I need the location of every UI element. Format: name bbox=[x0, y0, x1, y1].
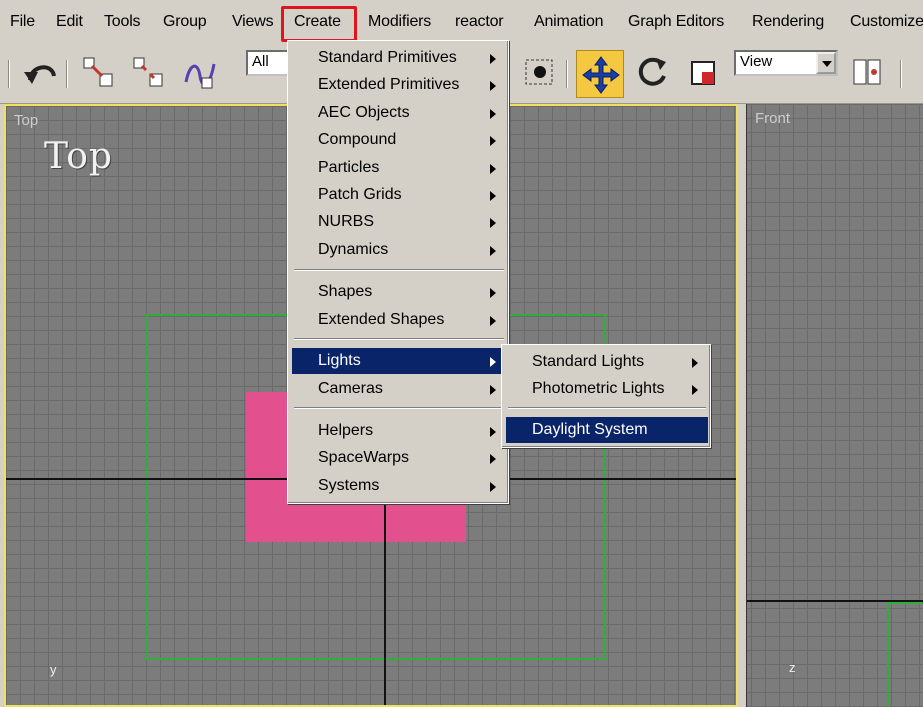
menu-item-label: Dynamics bbox=[318, 241, 389, 258]
viewport-title-text: Top bbox=[44, 136, 113, 177]
bind-to-space-warp-icon[interactable] bbox=[180, 52, 220, 94]
menu-item-standard-primitives[interactable]: Standard Primitives bbox=[292, 45, 506, 71]
select-region-icon[interactable] bbox=[520, 52, 560, 94]
menu-item-compound[interactable]: Compound bbox=[292, 127, 506, 153]
reference-coordinate-dropdown[interactable]: View bbox=[734, 50, 838, 76]
viewport-label[interactable]: Front bbox=[755, 110, 790, 127]
create-menu: Standard Primitives Extended Primitives … bbox=[287, 40, 509, 504]
menu-item-label: Daylight System bbox=[532, 421, 648, 438]
menu-item-label: Photometric Lights bbox=[532, 380, 665, 397]
toolbar-separator bbox=[8, 60, 10, 88]
select-and-scale-icon[interactable] bbox=[684, 52, 724, 94]
submenu-arrow-icon bbox=[490, 54, 496, 64]
submenu-arrow-icon bbox=[490, 385, 496, 395]
unlink-selection-icon[interactable] bbox=[130, 52, 170, 94]
menu-edit[interactable]: Edit bbox=[56, 13, 83, 31]
menu-item-label: Systems bbox=[318, 477, 380, 494]
undo-icon[interactable] bbox=[22, 52, 62, 94]
menu-item-extended-shapes[interactable]: Extended Shapes bbox=[292, 307, 506, 333]
submenu-arrow-icon bbox=[490, 454, 496, 464]
menu-item-helpers[interactable]: Helpers bbox=[292, 418, 506, 444]
menu-reactor[interactable]: reactor bbox=[455, 13, 504, 31]
submenu-arrow-icon bbox=[490, 218, 496, 228]
selection-filter-dropdown[interactable]: All bbox=[246, 50, 290, 76]
viewport-label[interactable]: Top bbox=[14, 112, 38, 129]
submenu-arrow-icon bbox=[490, 164, 496, 174]
menu-separator bbox=[508, 407, 706, 409]
menu-item-daylight-system[interactable]: Daylight System bbox=[506, 417, 708, 443]
submenu-arrow-icon bbox=[490, 81, 496, 91]
submenu-arrow-icon bbox=[490, 316, 496, 326]
menu-item-label: Helpers bbox=[318, 422, 374, 439]
menu-item-label: Patch Grids bbox=[318, 186, 402, 203]
y-axis-label: y bbox=[50, 662, 57, 677]
submenu-arrow-icon bbox=[490, 427, 496, 437]
menu-item-standard-lights[interactable]: Standard Lights bbox=[506, 349, 708, 375]
submenu-arrow-icon bbox=[490, 246, 496, 256]
menu-item-label: Cameras bbox=[318, 380, 383, 397]
menu-separator bbox=[294, 407, 504, 409]
menu-item-particles[interactable]: Particles bbox=[292, 155, 506, 181]
submenu-arrow-icon bbox=[490, 482, 496, 492]
menu-item-dynamics[interactable]: Dynamics bbox=[292, 237, 506, 263]
menu-item-patch-grids[interactable]: Patch Grids bbox=[292, 182, 506, 208]
select-and-move-button[interactable] bbox=[576, 50, 624, 98]
menu-item-label: Standard Lights bbox=[532, 353, 645, 370]
menu-item-label: Lights bbox=[318, 352, 361, 369]
menu-item-systems[interactable]: Systems bbox=[292, 473, 506, 499]
menu-item-label: Extended Shapes bbox=[318, 311, 445, 328]
front-viewport[interactable]: Front z bbox=[746, 104, 923, 707]
menu-group[interactable]: Group bbox=[163, 13, 207, 31]
toolbar-separator bbox=[900, 60, 902, 88]
menu-item-label: NURBS bbox=[318, 213, 375, 230]
menu-modifiers[interactable]: Modifiers bbox=[368, 13, 431, 31]
menu-item-label: AEC Objects bbox=[318, 104, 410, 121]
menu-item-label: SpaceWarps bbox=[318, 449, 409, 466]
menu-rendering[interactable]: Rendering bbox=[752, 13, 824, 31]
menu-views[interactable]: Views bbox=[232, 13, 274, 31]
toolbar-separator bbox=[66, 60, 68, 88]
select-and-rotate-icon[interactable] bbox=[632, 52, 672, 94]
menu-item-label: Compound bbox=[318, 131, 397, 148]
submenu-arrow-icon bbox=[490, 288, 496, 298]
grid-object-outline bbox=[887, 602, 923, 707]
menu-item-aec-objects[interactable]: AEC Objects bbox=[292, 100, 506, 126]
submenu-arrow-icon bbox=[490, 191, 496, 201]
menu-item-label: Particles bbox=[318, 159, 380, 176]
menu-animation[interactable]: Animation bbox=[534, 13, 604, 31]
menu-item-cameras[interactable]: Cameras bbox=[292, 376, 506, 402]
menu-customize[interactable]: Customize bbox=[850, 13, 923, 31]
lights-submenu: Standard Lights Photometric Lights Dayli… bbox=[501, 344, 711, 448]
submenu-arrow-icon bbox=[490, 109, 496, 119]
menu-item-photometric-lights[interactable]: Photometric Lights bbox=[506, 376, 708, 402]
menu-item-shapes[interactable]: Shapes bbox=[292, 279, 506, 305]
use-pivot-point-center-icon[interactable] bbox=[848, 52, 888, 94]
menu-graph-editors[interactable]: Graph Editors bbox=[628, 13, 724, 31]
submenu-arrow-icon bbox=[692, 358, 698, 368]
z-axis-label: z bbox=[789, 660, 796, 675]
menu-separator bbox=[294, 338, 504, 340]
submenu-arrow-icon bbox=[692, 385, 698, 395]
reference-coordinate-value: View bbox=[740, 53, 773, 70]
create-highlight-box bbox=[281, 6, 357, 42]
menu-item-spacewarps[interactable]: SpaceWarps bbox=[292, 445, 506, 471]
menu-item-label: Shapes bbox=[318, 283, 373, 300]
select-and-link-icon[interactable] bbox=[80, 52, 120, 94]
menu-item-extended-primitives[interactable]: Extended Primitives bbox=[292, 72, 506, 98]
menu-item-label: Standard Primitives bbox=[318, 49, 457, 66]
move-icon bbox=[582, 56, 620, 94]
submenu-arrow-icon bbox=[490, 136, 496, 146]
toolbar-separator bbox=[566, 60, 568, 88]
menu-item-label: Extended Primitives bbox=[318, 76, 460, 93]
selection-filter-value: All bbox=[252, 53, 269, 70]
menu-separator bbox=[294, 269, 504, 271]
chevron-down-icon[interactable] bbox=[816, 52, 836, 74]
submenu-arrow-icon bbox=[490, 357, 496, 367]
menu-tools[interactable]: Tools bbox=[104, 13, 141, 31]
menu-file[interactable]: File bbox=[10, 13, 35, 31]
menu-item-lights[interactable]: Lights bbox=[292, 348, 506, 374]
menu-item-nurbs[interactable]: NURBS bbox=[292, 209, 506, 235]
